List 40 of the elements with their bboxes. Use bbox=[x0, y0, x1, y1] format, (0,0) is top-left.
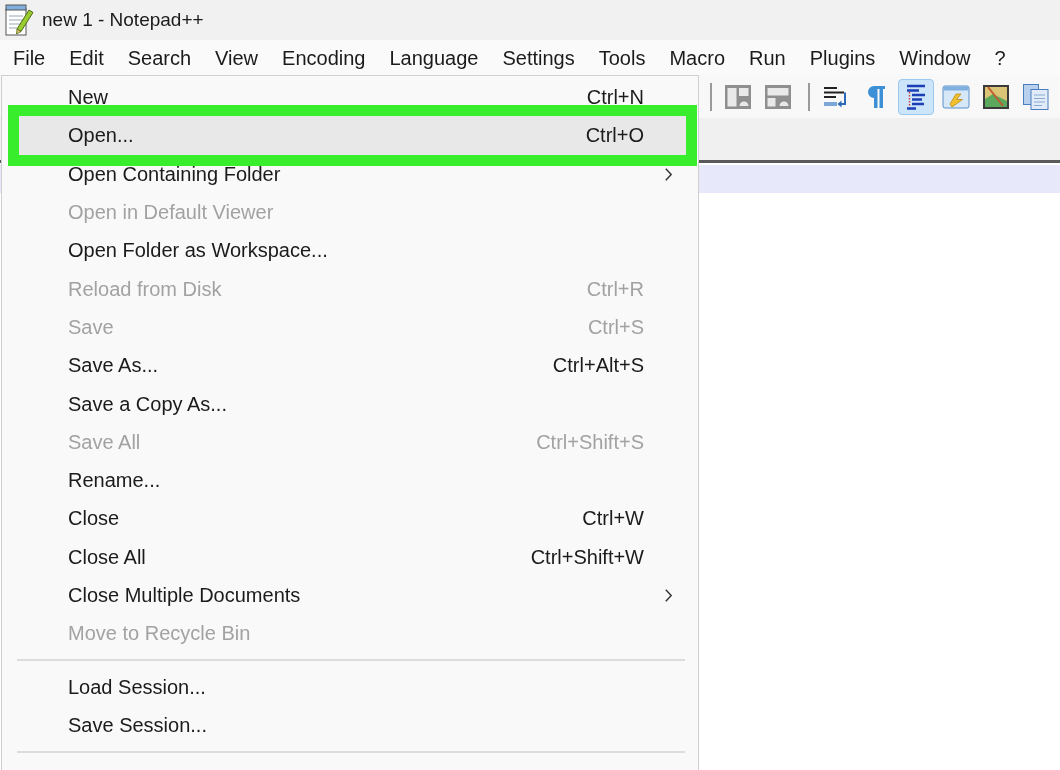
menu-bar-item[interactable]: Tools bbox=[586, 40, 658, 75]
window-panels-icon bbox=[764, 82, 792, 111]
menu-bar-item[interactable]: View bbox=[203, 40, 271, 75]
menu-bar-item[interactable]: Settings bbox=[490, 40, 587, 75]
menu-item[interactable]: Close All Ctrl+Shift+W bbox=[19, 537, 686, 576]
menu-bar-item[interactable]: Plugins bbox=[797, 40, 888, 75]
menu-item[interactable]: Close Ctrl+W bbox=[19, 499, 686, 538]
notepad-pencil-icon bbox=[4, 4, 34, 36]
menu-bar-item[interactable]: Run bbox=[737, 40, 798, 75]
menu-item[interactable]: Rename... bbox=[19, 460, 686, 500]
window-title: new 1 - Notepad++ bbox=[42, 7, 204, 32]
toolbar-button[interactable] bbox=[898, 78, 934, 115]
keyboard-shortcut: Ctrl+N bbox=[586, 85, 644, 111]
window-panels-icon bbox=[724, 82, 752, 111]
keyboard-shortcut: Ctrl+R bbox=[586, 276, 644, 302]
menu-bar-item[interactable]: File bbox=[1, 40, 58, 75]
menu-bar-item[interactable]: Language bbox=[377, 40, 491, 75]
keyboard-shortcut: Ctrl+O bbox=[585, 123, 644, 149]
keyboard-shortcut: Ctrl+S bbox=[587, 314, 644, 340]
menu-bar-item[interactable]: ? bbox=[982, 40, 1018, 75]
menu-bar-item[interactable]: Encoding bbox=[270, 40, 378, 75]
menu-item[interactable]: Open Folder as Workspace... bbox=[19, 231, 686, 270]
menu-bar-item[interactable]: Window bbox=[887, 40, 983, 75]
menu-item[interactable]: Save Session... bbox=[19, 706, 686, 745]
menu-item[interactable]: Save As... Ctrl+Alt+S bbox=[19, 346, 686, 385]
menu-item[interactable]: Load Session... bbox=[19, 667, 686, 707]
keyboard-shortcut: Ctrl+Shift+W bbox=[530, 544, 644, 570]
menu-item[interactable]: Save a Copy As... bbox=[19, 384, 686, 423]
menu-item[interactable]: New Ctrl+N bbox=[19, 78, 686, 117]
map-icon bbox=[982, 82, 1010, 111]
keyboard-shortcut: Ctrl+Shift+S bbox=[536, 429, 644, 455]
window-bolt-icon bbox=[942, 82, 970, 111]
menu-bar-item[interactable]: Search bbox=[115, 40, 204, 75]
keyboard-shortcut: Ctrl+Alt+S bbox=[552, 353, 644, 379]
documents-icon bbox=[1022, 82, 1050, 111]
keyboard-shortcut: Ctrl+W bbox=[582, 506, 644, 532]
menu-item[interactable]: Open Containing Folder bbox=[19, 154, 686, 193]
menu-item[interactable]: Close Multiple Documents bbox=[19, 575, 686, 615]
menu-bar-item[interactable]: Edit bbox=[57, 40, 116, 75]
menu-bar-item[interactable]: Macro bbox=[657, 40, 737, 75]
